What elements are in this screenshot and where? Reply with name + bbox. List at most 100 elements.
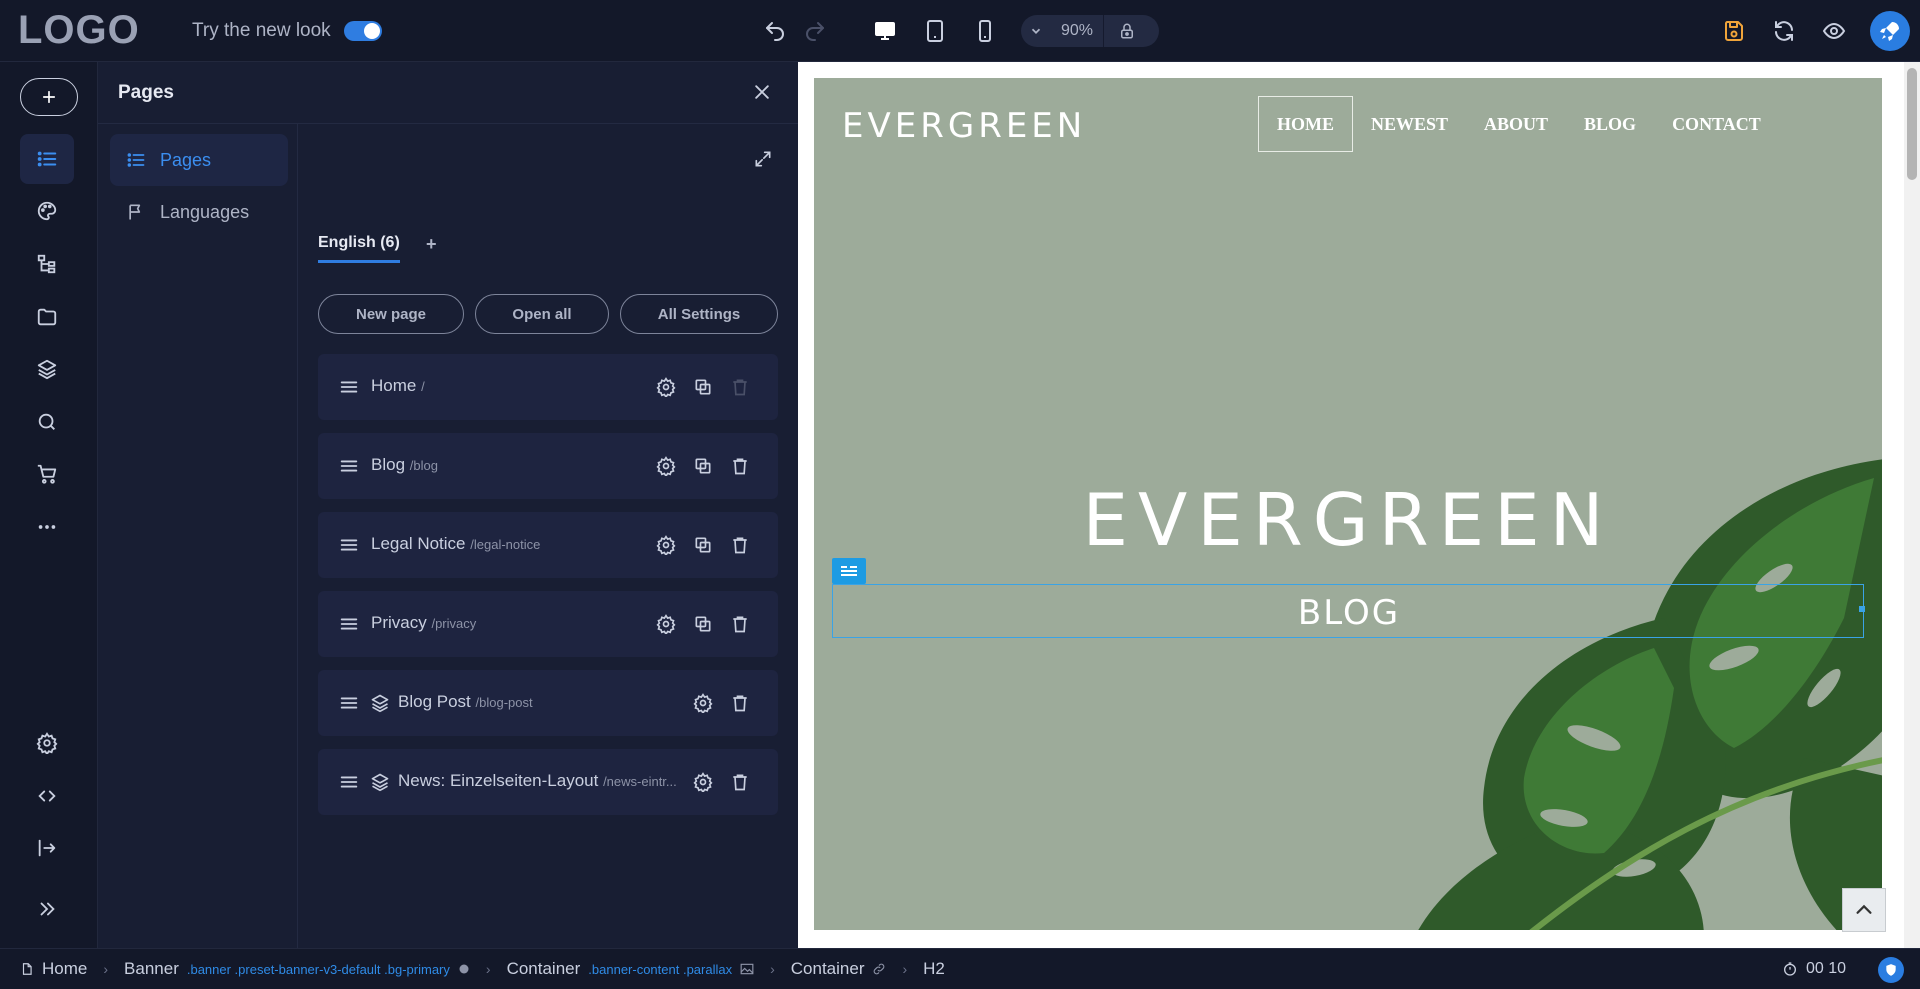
mobile-view-icon[interactable] [970,16,1000,46]
close-icon[interactable] [748,78,776,106]
page-row-home[interactable]: Home / [318,354,778,420]
new-look-toggle[interactable] [344,21,382,41]
hero-title[interactable]: EVERGREEN [814,478,1882,562]
resize-handle[interactable] [1859,606,1865,612]
breadcrumb-home[interactable]: Home [20,959,87,979]
settings-gear-icon[interactable] [20,718,74,768]
page-row-privacy[interactable]: Privacy /privacy [318,591,778,657]
structure-tree-icon[interactable] [20,239,74,289]
breadcrumb-container-2[interactable]: Container [791,959,887,979]
code-icon[interactable] [20,771,74,821]
page-row-legal-notice[interactable]: Legal Notice /legal-notice [318,512,778,578]
chevron-right-icon: › [103,961,109,977]
logout-icon[interactable] [20,823,74,873]
redo-icon[interactable] [800,16,830,46]
duplicate-icon[interactable] [691,533,715,557]
cart-icon[interactable] [20,449,74,499]
page-settings-icon[interactable] [654,454,678,478]
delete-icon[interactable] [728,770,752,794]
chevron-up-icon [1856,904,1872,914]
breadcrumb-statusbar: Home › Banner .banner .preset-banner-v3-… [0,948,1920,989]
site-nav-about[interactable]: ABOUT [1466,96,1566,152]
zoom-control[interactable]: 90% [1021,15,1159,47]
banner-section[interactable]: EVERGREEN HOME NEWEST ABOUT BLOG CONTACT [814,78,1882,930]
app-logo: LOGO [18,8,140,52]
top-toolbar: LOGO Try the new look 90% [0,0,1920,62]
drag-handle-icon [340,460,358,472]
site-nav-contact[interactable]: CONTACT [1654,96,1779,152]
open-all-button[interactable]: Open all [475,294,609,334]
all-settings-button[interactable]: All Settings [620,294,778,334]
chevron-right-icon: › [485,961,491,977]
delete-icon[interactable] [728,691,752,715]
rocket-icon [1880,22,1899,41]
more-icon[interactable] [20,502,74,552]
pages-subnav: Pages Languages [98,124,298,948]
page-settings-icon[interactable] [691,691,715,715]
page-row-blog-post[interactable]: Blog Post /blog-post [318,670,778,736]
folder-icon[interactable] [20,292,74,342]
site-nav-home[interactable]: HOME [1258,96,1353,152]
undo-icon[interactable] [760,16,790,46]
pages-panel: Pages Pages Languages English (6) + New … [98,62,798,948]
preview-scrollbar[interactable] [1904,62,1920,948]
page-settings-icon[interactable] [691,770,715,794]
publish-rocket-button[interactable] [1870,11,1910,51]
layers-icon[interactable] [20,344,74,394]
image-icon [740,963,754,975]
subnav-label: Pages [160,149,212,170]
subnav-item-pages[interactable]: Pages [110,134,288,186]
breadcrumb-h2[interactable]: H2 [923,959,945,979]
list-icon [127,153,145,167]
stopwatch-icon [1784,962,1796,976]
tab-english[interactable]: English (6) [318,234,400,263]
site-nav-newest[interactable]: NEWEST [1353,96,1466,152]
new-page-button[interactable]: New page [318,294,464,334]
expand-rail-icon[interactable] [20,884,74,934]
delete-icon[interactable] [728,533,752,557]
delete-icon[interactable] [728,612,752,636]
subnav-label: Languages [160,201,250,222]
pages-content: English (6) + New page Open all All Sett… [298,124,798,948]
chevron-down-icon[interactable] [1021,24,1051,38]
page-row-news[interactable]: News: Einzelseiten-Layout /news-eintr... [318,749,778,815]
heading-badge-icon[interactable] [832,558,866,584]
add-element-button[interactable] [20,78,78,116]
preview-eye-icon[interactable] [1819,16,1849,46]
save-icon[interactable] [1719,16,1749,46]
site-logo[interactable]: EVERGREEN [842,106,1086,146]
page-settings-icon[interactable] [654,375,678,399]
page-settings-icon[interactable] [654,612,678,636]
lock-icon[interactable] [1104,22,1150,40]
search-icon[interactable] [20,397,74,447]
breadcrumb-container[interactable]: Container .banner-content .parallax [507,959,755,979]
expand-icon[interactable] [750,146,776,172]
page-name: Legal Notice /legal-notice [371,534,541,553]
scroll-to-top-button[interactable] [1842,888,1886,932]
duplicate-icon[interactable] [691,612,715,636]
tablet-view-icon[interactable] [920,16,950,46]
duplicate-icon[interactable] [691,454,715,478]
site-nav-blog[interactable]: BLOG [1566,96,1654,152]
page-row-blog[interactable]: Blog /blog [318,433,778,499]
link-icon [874,963,885,975]
plus-icon [43,91,55,103]
chevron-right-icon: › [902,961,908,977]
page-settings-icon[interactable] [654,533,678,557]
duplicate-icon[interactable] [691,375,715,399]
selected-h2-element[interactable]: BLOG [832,584,1864,638]
palette-icon[interactable] [20,186,74,236]
add-language-icon[interactable]: + [426,234,437,255]
delete-icon[interactable] [728,454,752,478]
template-layers-icon [371,773,389,792]
pages-list-icon[interactable] [20,134,74,184]
page-name: Home / [371,376,425,395]
shield-icon[interactable] [1878,957,1904,983]
desktop-view-icon[interactable] [870,16,900,46]
flag-icon [129,204,141,220]
refresh-icon[interactable] [1769,16,1799,46]
subnav-item-languages[interactable]: Languages [110,186,288,238]
drag-handle-icon [340,697,358,709]
breadcrumb-banner[interactable]: Banner .banner .preset-banner-v3-default… [124,959,470,979]
page-name: News: Einzelseiten-Layout /news-eintr... [398,771,677,790]
